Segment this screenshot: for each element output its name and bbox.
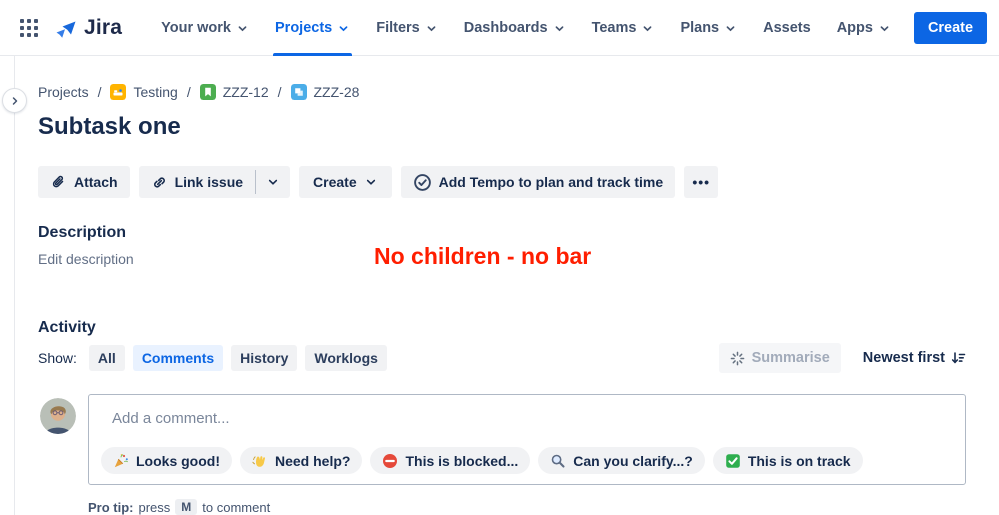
link-issue-split-button: Link issue <box>138 166 291 198</box>
pro-tip-label: Pro tip: <box>88 499 134 515</box>
page-title[interactable]: Subtask one <box>38 113 181 141</box>
chevron-down-icon <box>726 26 735 32</box>
keyboard-shortcut-m: M <box>175 499 198 515</box>
app-switcher-icon[interactable] <box>12 11 46 45</box>
nav-item-projects[interactable]: Projects <box>262 0 363 56</box>
breadcrumb-projects[interactable]: Projects <box>38 84 89 100</box>
jira-logo[interactable]: Jira <box>54 16 122 40</box>
chevron-down-icon <box>644 26 652 32</box>
nav-item-plans[interactable]: Plans <box>667 0 750 56</box>
filter-history[interactable]: History <box>231 345 298 371</box>
link-issue-dropdown-button[interactable] <box>256 166 290 198</box>
party-popper-icon <box>114 453 128 467</box>
create-child-button[interactable]: Create <box>299 166 392 198</box>
user-avatar[interactable] <box>40 398 76 434</box>
chevron-down-icon <box>339 26 348 32</box>
nav-item-filters[interactable]: Filters <box>363 0 451 56</box>
waving-hand-icon <box>252 455 266 467</box>
issue-toolbar: Attach Link issue Create Add Tempo to pl… <box>38 166 719 198</box>
avatar-image <box>40 398 76 434</box>
breadcrumb-separator: / <box>186 84 191 100</box>
no-entry-icon <box>383 453 398 468</box>
breadcrumb-separator: / <box>277 84 282 100</box>
paperclip-icon <box>52 175 64 187</box>
grid-icon <box>20 18 38 37</box>
nav-item-assets[interactable]: Assets <box>750 0 824 56</box>
chevron-down-icon <box>238 26 247 32</box>
link-icon <box>153 176 165 188</box>
description-heading: Description <box>38 224 127 241</box>
attach-button[interactable]: Attach <box>38 166 130 198</box>
breadcrumb-current-issue[interactable]: ZZZ-28 <box>290 84 359 100</box>
green-check-icon <box>726 453 740 468</box>
tempo-button[interactable]: Add Tempo to plan and track time <box>400 166 676 198</box>
chevron-down-icon <box>366 179 375 185</box>
quick-reply-blocked[interactable]: This is blocked... <box>370 447 531 474</box>
quick-reply-row: Looks good! Need help? This is blocked..… <box>101 447 863 474</box>
subtask-icon <box>290 84 307 100</box>
top-navigation: Jira Your work Projects Filters Dashboar… <box>0 0 999 56</box>
more-actions-button[interactable]: ••• <box>684 166 719 198</box>
jira-logo-icon <box>56 21 76 38</box>
chevron-down-icon <box>427 26 436 32</box>
ellipsis-icon: ••• <box>692 174 711 190</box>
breadcrumb-project-testing[interactable]: Testing <box>110 84 178 100</box>
chevron-down-icon <box>880 26 889 32</box>
create-button[interactable]: Create <box>913 11 988 44</box>
jira-issue-page: Jira Your work Projects Filters Dashboar… <box>0 0 999 515</box>
activity-filter-row: Show: All Comments History Worklogs Summ… <box>38 343 966 373</box>
link-issue-button[interactable]: Link issue <box>139 166 255 198</box>
comment-placeholder: Add a comment... <box>112 410 230 427</box>
breadcrumb-separator: / <box>97 84 102 100</box>
quick-reply-looks-good[interactable]: Looks good! <box>101 447 232 474</box>
edit-description-link[interactable]: Edit description <box>38 251 134 267</box>
nav-item-apps[interactable]: Apps <box>824 0 904 56</box>
quick-reply-clarify[interactable]: Can you clarify...? <box>538 447 705 474</box>
sparkle-icon <box>730 351 744 365</box>
filter-worklogs[interactable]: Worklogs <box>305 345 387 371</box>
quick-reply-need-help[interactable]: Need help? <box>240 447 363 474</box>
story-icon <box>199 84 216 100</box>
clock-check-icon <box>413 173 431 191</box>
expand-sidebar-button[interactable] <box>2 88 27 113</box>
chevron-down-icon <box>555 26 563 32</box>
pro-tip: Pro tip: press M to comment <box>88 499 271 515</box>
chevron-down-icon <box>268 179 278 185</box>
nav-item-dashboards[interactable]: Dashboards <box>451 0 579 56</box>
sort-descending-icon <box>951 352 966 364</box>
nav-item-teams[interactable]: Teams <box>579 0 668 56</box>
red-annotation-text: No children - no bar <box>374 243 592 269</box>
comment-box[interactable]: Add a comment... Looks good! Need help? … <box>88 394 966 485</box>
nav-item-your-work[interactable]: Your work <box>148 0 262 56</box>
sidebar-divider <box>14 56 15 515</box>
filter-comments[interactable]: Comments <box>132 345 224 371</box>
filter-all[interactable]: All <box>88 345 125 371</box>
quick-reply-on-track[interactable]: This is on track <box>712 447 863 474</box>
breadcrumb-parent-issue[interactable]: ZZZ-12 <box>199 84 269 100</box>
project-avatar-icon <box>110 84 127 100</box>
show-label: Show: <box>38 350 77 366</box>
chevron-right-icon <box>12 96 17 105</box>
sort-order-button[interactable]: Newest first <box>863 350 966 366</box>
activity-heading: Activity <box>38 319 96 336</box>
magnifier-icon <box>551 454 565 468</box>
breadcrumb: Projects / Testing / ZZZ-12 / ZZZ-28 <box>38 84 359 100</box>
summarise-button[interactable]: Summarise <box>718 343 841 373</box>
logo-text: Jira <box>84 15 123 39</box>
